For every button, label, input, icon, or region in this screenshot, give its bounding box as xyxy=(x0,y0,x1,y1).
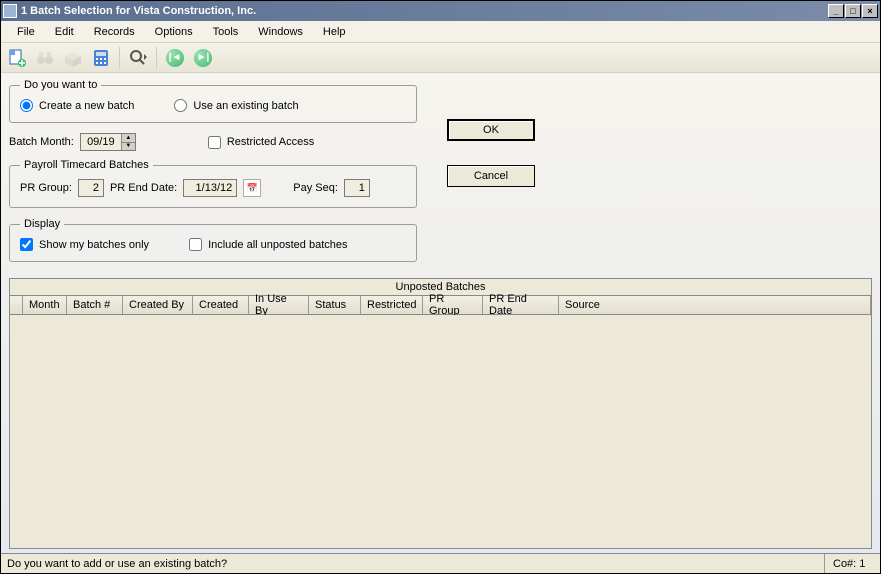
minimize-button[interactable]: _ xyxy=(828,4,844,18)
batch-month-down[interactable]: ▼ xyxy=(121,143,135,151)
menu-windows[interactable]: Windows xyxy=(248,23,313,41)
col-pr-end-date[interactable]: PR End Date xyxy=(483,296,559,314)
calendar-icon[interactable]: 📅 xyxy=(243,179,261,197)
maximize-button[interactable]: □ xyxy=(845,4,861,18)
col-month[interactable]: Month xyxy=(23,296,67,314)
ok-button[interactable]: OK xyxy=(447,119,535,141)
menu-edit[interactable]: Edit xyxy=(45,23,84,41)
col-created[interactable]: Created xyxy=(193,296,249,314)
show-my-batches-label[interactable]: Show my batches only xyxy=(20,238,149,251)
use-existing-radio[interactable] xyxy=(174,99,187,112)
form-left-column: Do you want to Create a new batch Use an… xyxy=(9,79,417,272)
batch-month-spinner[interactable]: ▲ ▼ xyxy=(80,133,136,151)
col-batch-num[interactable]: Batch # xyxy=(67,296,123,314)
batch-month-up[interactable]: ▲ xyxy=(121,134,135,143)
app-icon xyxy=(3,4,17,18)
do-you-want-to-legend: Do you want to xyxy=(20,79,101,91)
show-my-batches-checkbox[interactable] xyxy=(20,238,33,251)
nav-last-icon[interactable]: ►| xyxy=(191,46,215,70)
binoculars-icon xyxy=(33,46,57,70)
show-my-batches-text: Show my batches only xyxy=(39,239,149,251)
pr-end-date-input[interactable] xyxy=(183,179,237,197)
col-created-by[interactable]: Created By xyxy=(123,296,193,314)
restricted-access-label[interactable]: Restricted Access xyxy=(208,136,314,149)
do-you-want-to-group: Do you want to Create a new batch Use an… xyxy=(9,79,417,123)
restricted-access-checkbox[interactable] xyxy=(208,136,221,149)
unposted-batches-grid: Unposted Batches Month Batch # Created B… xyxy=(9,278,872,549)
restricted-access-text: Restricted Access xyxy=(227,136,314,148)
new-record-icon[interactable] xyxy=(5,46,29,70)
close-button[interactable]: × xyxy=(862,4,878,18)
statusbar-message: Do you want to add or use an existing ba… xyxy=(7,558,227,570)
window-controls: _ □ × xyxy=(827,4,878,18)
create-batch-radio[interactable] xyxy=(20,99,33,112)
window-title: 1 Batch Selection for Vista Construction… xyxy=(21,5,827,17)
menu-tools[interactable]: Tools xyxy=(203,23,249,41)
form-right-column: OK Cancel xyxy=(447,79,535,272)
col-source[interactable]: Source xyxy=(559,296,871,314)
pay-seq-input[interactable] xyxy=(344,179,370,197)
search-dropdown-icon[interactable] xyxy=(126,46,150,70)
titlebar: 1 Batch Selection for Vista Construction… xyxy=(1,1,880,21)
app-window: 1 Batch Selection for Vista Construction… xyxy=(0,0,881,574)
menu-records[interactable]: Records xyxy=(84,23,145,41)
content-area: Do you want to Create a new batch Use an… xyxy=(1,73,880,553)
toolbar-separator xyxy=(119,47,120,69)
payroll-group: Payroll Timecard Batches PR Group: PR En… xyxy=(9,159,417,208)
payroll-legend: Payroll Timecard Batches xyxy=(20,159,153,171)
include-all-checkbox[interactable] xyxy=(189,238,202,251)
calculator-icon[interactable] xyxy=(89,46,113,70)
pay-seq-label: Pay Seq: xyxy=(293,182,338,194)
col-restricted[interactable]: Restricted xyxy=(361,296,423,314)
display-legend: Display xyxy=(20,218,64,230)
pr-group-input[interactable] xyxy=(78,179,104,197)
batch-month-label: Batch Month: xyxy=(9,136,74,148)
col-status[interactable]: Status xyxy=(309,296,361,314)
grid-row-selector-col[interactable] xyxy=(10,296,23,314)
statusbar: Do you want to add or use an existing ba… xyxy=(1,553,880,573)
batch-month-row: Batch Month: ▲ ▼ Restricted Access xyxy=(9,133,417,151)
menubar: File Edit Records Options Tools Windows … xyxy=(1,21,880,43)
toolbar: |◄ ►| xyxy=(1,43,880,73)
menu-file[interactable]: File xyxy=(7,23,45,41)
col-pr-group[interactable]: PR Group xyxy=(423,296,483,314)
statusbar-company: Co#: 1 xyxy=(824,554,874,573)
toolbar-separator-2 xyxy=(156,47,157,69)
grid-body[interactable] xyxy=(10,315,871,548)
include-all-label[interactable]: Include all unposted batches xyxy=(189,238,347,251)
open-box-icon xyxy=(61,46,85,70)
menu-options[interactable]: Options xyxy=(145,23,203,41)
batch-month-input[interactable] xyxy=(81,134,121,150)
create-batch-text: Create a new batch xyxy=(39,100,134,112)
use-existing-radio-label[interactable]: Use an existing batch xyxy=(174,99,298,112)
col-in-use-by[interactable]: In Use By xyxy=(249,296,309,314)
include-all-text: Include all unposted batches xyxy=(208,239,347,251)
display-group: Display Show my batches only Include all… xyxy=(9,218,417,262)
pr-group-label: PR Group: xyxy=(20,182,72,194)
nav-first-icon[interactable]: |◄ xyxy=(163,46,187,70)
pr-end-date-label: PR End Date: xyxy=(110,182,177,194)
use-existing-text: Use an existing batch xyxy=(193,100,298,112)
menu-help[interactable]: Help xyxy=(313,23,356,41)
cancel-button[interactable]: Cancel xyxy=(447,165,535,187)
form-area: Do you want to Create a new batch Use an… xyxy=(9,79,872,272)
create-batch-radio-label[interactable]: Create a new batch xyxy=(20,99,134,112)
grid-header: Month Batch # Created By Created In Use … xyxy=(10,296,871,315)
